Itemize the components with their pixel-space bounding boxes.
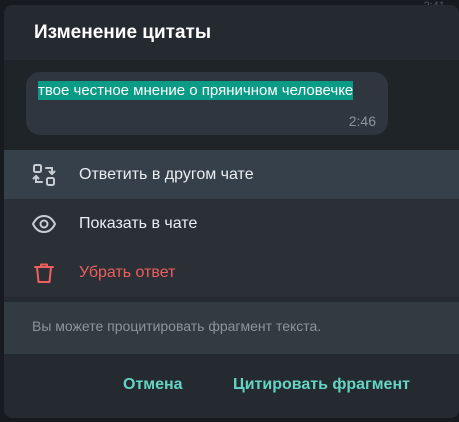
menu-item-remove-reply[interactable]: Убрать ответ	[4, 248, 459, 297]
menu-label-show-in-chat: Показать в чате	[79, 214, 198, 232]
menu-label-remove-reply: Убрать ответ	[79, 263, 176, 281]
reply-swap-icon	[32, 164, 56, 186]
eye-icon	[32, 215, 56, 233]
message-time: 2:46	[348, 113, 376, 129]
dialog-title: Изменение цитаты	[34, 22, 212, 43]
hint-text: Вы можете процитировать фрагмент текста.	[32, 318, 322, 334]
message-bubble[interactable]: твое честное мнение о пряничном человечк…	[26, 72, 388, 135]
quote-fragment-button[interactable]: Цитировать фрагмент	[233, 376, 410, 394]
menu-item-show-in-chat[interactable]: Показать в чате	[4, 199, 459, 248]
message-text[interactable]: твое честное мнение о пряничном человечк…	[38, 80, 378, 102]
hint-area: Вы можете процитировать фрагмент текста.	[4, 302, 459, 354]
trash-icon	[34, 263, 54, 283]
cancel-button[interactable]: Отмена	[123, 376, 183, 394]
menu-item-reply-other-chat[interactable]: Ответить в другом чате	[4, 150, 459, 199]
quote-options-menu: Ответить в другом чате Показать в чате У…	[4, 150, 459, 297]
message-preview-area: твое честное мнение о пряничном человечк…	[4, 60, 459, 150]
menu-label-reply-other-chat: Ответить в другом чате	[79, 165, 254, 183]
selected-quote-text[interactable]: твое честное мнение о пряничном человечк…	[38, 81, 354, 100]
edit-quote-dialog: Изменение цитаты твое честное мнение о п…	[4, 5, 459, 418]
